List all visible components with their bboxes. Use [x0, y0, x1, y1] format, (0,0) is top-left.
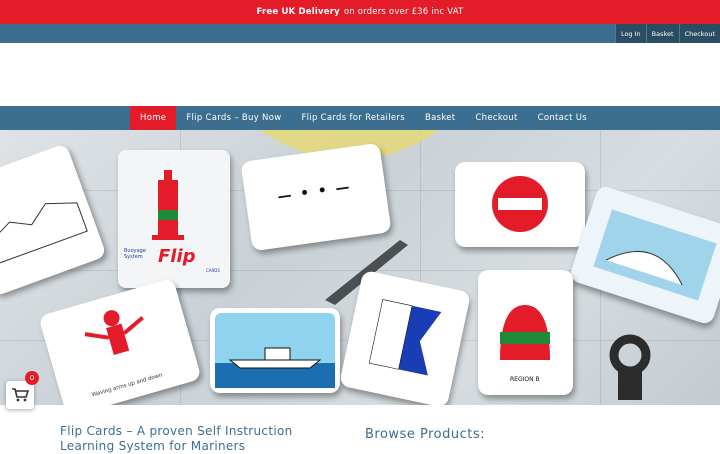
- promo-strong: Free UK Delivery: [256, 7, 340, 17]
- account-bar: Log In Basket Checkout: [0, 24, 720, 43]
- card-coastline: [0, 143, 107, 297]
- header-logo-area: [0, 43, 720, 106]
- card-pack-right: [568, 184, 720, 326]
- floating-cart-button[interactable]: [6, 381, 34, 409]
- nav-item-flip-cards-retailers[interactable]: Flip Cards for Retailers: [291, 106, 415, 130]
- pack-label: Buoyage System: [124, 248, 146, 260]
- main-nav: Home Flip Cards – Buy Now Flip Cards for…: [0, 106, 720, 130]
- card-ship: [210, 308, 340, 393]
- flip-card-pack: Flip Buoyage System CARDS: [118, 150, 230, 288]
- cart-count-badge: 0: [25, 371, 39, 385]
- nav-item-contact-us[interactable]: Contact Us: [528, 106, 597, 130]
- card-region-b: REGION B: [478, 270, 573, 395]
- nav-item-checkout[interactable]: Checkout: [465, 106, 527, 130]
- card-distress-signal: Waving arms up and down: [38, 277, 202, 405]
- nav-item-flip-cards-buy-now[interactable]: Flip Cards – Buy Now: [176, 106, 291, 130]
- card-caption-region: REGION B: [510, 376, 540, 383]
- checkout-link[interactable]: Checkout: [678, 24, 720, 43]
- content-area: Flip Cards – A proven Self Instruction L…: [0, 405, 720, 453]
- promo-banner: Free UK Delivery on orders over £36 inc …: [0, 0, 720, 24]
- shackle-icon: [609, 334, 651, 400]
- nav-item-basket[interactable]: Basket: [415, 106, 465, 130]
- shopping-cart-icon: [12, 388, 29, 402]
- pack-small: CARDS: [206, 268, 220, 273]
- card-no-entry: [455, 162, 585, 247]
- pack-brand: Flip: [158, 246, 196, 267]
- browse-products-heading: Browse Products:: [365, 427, 485, 442]
- card-alpha-flag: [338, 269, 472, 405]
- basket-link[interactable]: Basket: [645, 24, 679, 43]
- hero-image: Flip Buoyage System CARDS — • • — Waving…: [0, 130, 720, 405]
- nav-item-home[interactable]: Home: [130, 106, 177, 130]
- morse-text: — • • —: [276, 179, 353, 206]
- promo-rest: on orders over £36 inc VAT: [343, 7, 464, 17]
- login-link[interactable]: Log In: [614, 24, 646, 43]
